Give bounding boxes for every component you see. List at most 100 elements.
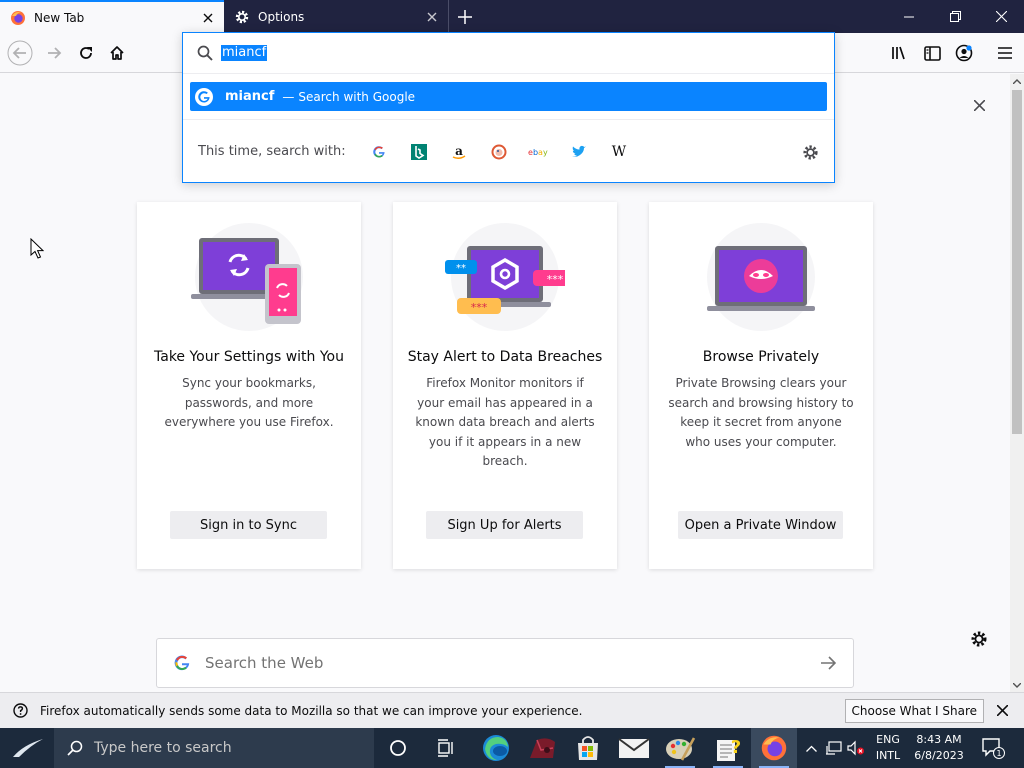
- sidebar-icon[interactable]: [919, 40, 945, 66]
- arrow-right-icon[interactable]: [817, 652, 839, 674]
- start-button[interactable]: [0, 728, 54, 768]
- duckduckgo-engine-icon[interactable]: [479, 137, 519, 167]
- onboarding-card-private: Browse Privately Private Browsing clears…: [649, 202, 873, 569]
- taskbar-clock[interactable]: 8:43 AM 6/8/2023: [908, 732, 970, 764]
- taskbar-search-box[interactable]: Type here to search: [54, 728, 374, 768]
- choose-what-i-share-button[interactable]: Choose What I Share: [844, 698, 984, 723]
- url-input[interactable]: miancf: [221, 45, 268, 61]
- tab-strip: New Tab Options: [0, 0, 1024, 33]
- engine-list: a ebay W: [359, 137, 639, 167]
- home-button[interactable]: [103, 39, 131, 67]
- sign-up-for-alerts-button[interactable]: Sign Up for Alerts: [426, 511, 583, 539]
- gear-icon[interactable]: [968, 628, 990, 650]
- mouse-cursor-icon: [30, 237, 45, 260]
- tab-title: Options: [258, 9, 305, 24]
- twitter-engine-icon[interactable]: [559, 137, 599, 167]
- ebay-engine-icon[interactable]: ebay: [519, 137, 559, 167]
- open-private-window-button[interactable]: Open a Private Window: [678, 511, 843, 539]
- close-icon[interactable]: [990, 699, 1014, 723]
- chevron-up-icon[interactable]: [802, 728, 820, 768]
- action-center-icon[interactable]: 1: [978, 728, 1008, 768]
- forward-button[interactable]: [40, 39, 68, 67]
- paint-icon[interactable]: [657, 728, 703, 768]
- onboarding-card-monitor: ** *** *** Stay Alert to Data Breaches F…: [393, 202, 617, 569]
- tab-options[interactable]: Options: [224, 0, 449, 33]
- gear-icon: [234, 9, 250, 25]
- scrollbar-thumb[interactable]: [1012, 90, 1022, 434]
- page-search-box[interactable]: Search the Web: [156, 638, 854, 688]
- notes-icon[interactable]: ?: [705, 728, 751, 768]
- taskbar-search-input[interactable]: Type here to search: [94, 740, 232, 756]
- suggestion-separator: —: [282, 89, 295, 104]
- tab-new-tab[interactable]: New Tab: [0, 0, 224, 33]
- close-window-button[interactable]: [978, 0, 1024, 33]
- restore-button[interactable]: [932, 0, 978, 33]
- svg-text:?: ?: [731, 737, 741, 758]
- search-input[interactable]: Search the Web: [205, 654, 817, 672]
- scroll-up-icon[interactable]: [1010, 74, 1024, 88]
- sign-in-to-sync-button[interactable]: Sign in to Sync: [170, 511, 327, 539]
- notification-count: 1: [996, 749, 1001, 758]
- wikipedia-engine-icon[interactable]: W: [599, 137, 639, 167]
- search-icon: [66, 739, 84, 757]
- private-browsing-illustration: [701, 222, 821, 332]
- suggestion-action: Search with Google: [298, 89, 416, 104]
- suggestion-term: miancf: [225, 89, 275, 104]
- volume-muted-icon[interactable]: [846, 728, 866, 768]
- minimize-button[interactable]: [886, 0, 932, 33]
- dismiss-onboarding-icon[interactable]: [968, 94, 990, 116]
- google-engine-icon[interactable]: [359, 137, 399, 167]
- card-description: Private Browsing clears your search and …: [668, 376, 854, 449]
- sync-illustration: [189, 222, 309, 332]
- svg-text:y: y: [543, 148, 548, 157]
- task-view-icon[interactable]: [423, 728, 469, 768]
- account-icon[interactable]: [951, 40, 977, 66]
- card-title: Browse Privately: [702, 349, 820, 365]
- svg-text:**: **: [456, 263, 466, 274]
- svg-text:***: ***: [471, 301, 488, 314]
- search-suggestion-row[interactable]: miancf — Search with Google: [190, 82, 827, 111]
- amazon-engine-icon[interactable]: a: [439, 137, 479, 167]
- close-tab-icon[interactable]: [420, 5, 444, 29]
- vertical-scrollbar[interactable]: [1010, 74, 1024, 692]
- network-icon[interactable]: [824, 728, 844, 768]
- scroll-down-icon[interactable]: [1010, 678, 1024, 692]
- card-title: Stay Alert to Data Breaches: [407, 349, 603, 365]
- media-app-icon[interactable]: [519, 728, 565, 768]
- close-tab-icon[interactable]: [196, 6, 220, 30]
- svg-text:a: a: [455, 144, 463, 158]
- tab-title: New Tab: [34, 10, 85, 25]
- new-tab-button[interactable]: [451, 3, 479, 31]
- svg-text:***: ***: [547, 273, 564, 286]
- reload-button[interactable]: [72, 39, 100, 67]
- clock-time: 8:43 AM: [916, 733, 962, 746]
- google-icon: [195, 87, 213, 106]
- edge-icon[interactable]: [473, 728, 519, 768]
- one-off-label: This time, search with:: [198, 144, 346, 159]
- search-settings-gear-icon[interactable]: [800, 142, 820, 162]
- bing-engine-icon[interactable]: [399, 137, 439, 167]
- mail-icon[interactable]: [611, 728, 657, 768]
- store-icon[interactable]: [565, 728, 611, 768]
- back-button[interactable]: [6, 39, 34, 67]
- windows-taskbar: Type here to search ? ENG INTL 8:43 AM 6…: [0, 728, 1024, 768]
- monitor-illustration: ** *** ***: [445, 222, 577, 332]
- notification-message: Firefox automatically sends some data to…: [40, 703, 583, 718]
- language-layout: INTL: [875, 749, 901, 762]
- language-code: ENG: [876, 733, 900, 746]
- library-icon[interactable]: [887, 40, 913, 66]
- card-description: Firefox Monitor monitors if your email h…: [415, 376, 595, 468]
- url-input-row[interactable]: miancf: [183, 33, 834, 74]
- cortana-icon[interactable]: [375, 728, 421, 768]
- url-bar-popup: miancf miancf — Search with Google This …: [182, 32, 835, 183]
- menu-icon[interactable]: [992, 40, 1018, 66]
- search-icon: [195, 43, 215, 63]
- help-icon: [12, 703, 28, 719]
- data-reporting-notification: Firefox automatically sends some data to…: [0, 692, 1024, 728]
- google-icon: [171, 652, 193, 674]
- one-off-search-row: This time, search with: a ebay W: [183, 119, 834, 183]
- input-language-indicator[interactable]: ENG INTL: [868, 732, 908, 764]
- firefox-taskbar-icon[interactable]: [751, 728, 797, 768]
- card-description: Sync your bookmarks, passwords, and more…: [164, 376, 334, 429]
- clock-date: 6/8/2023: [914, 749, 964, 762]
